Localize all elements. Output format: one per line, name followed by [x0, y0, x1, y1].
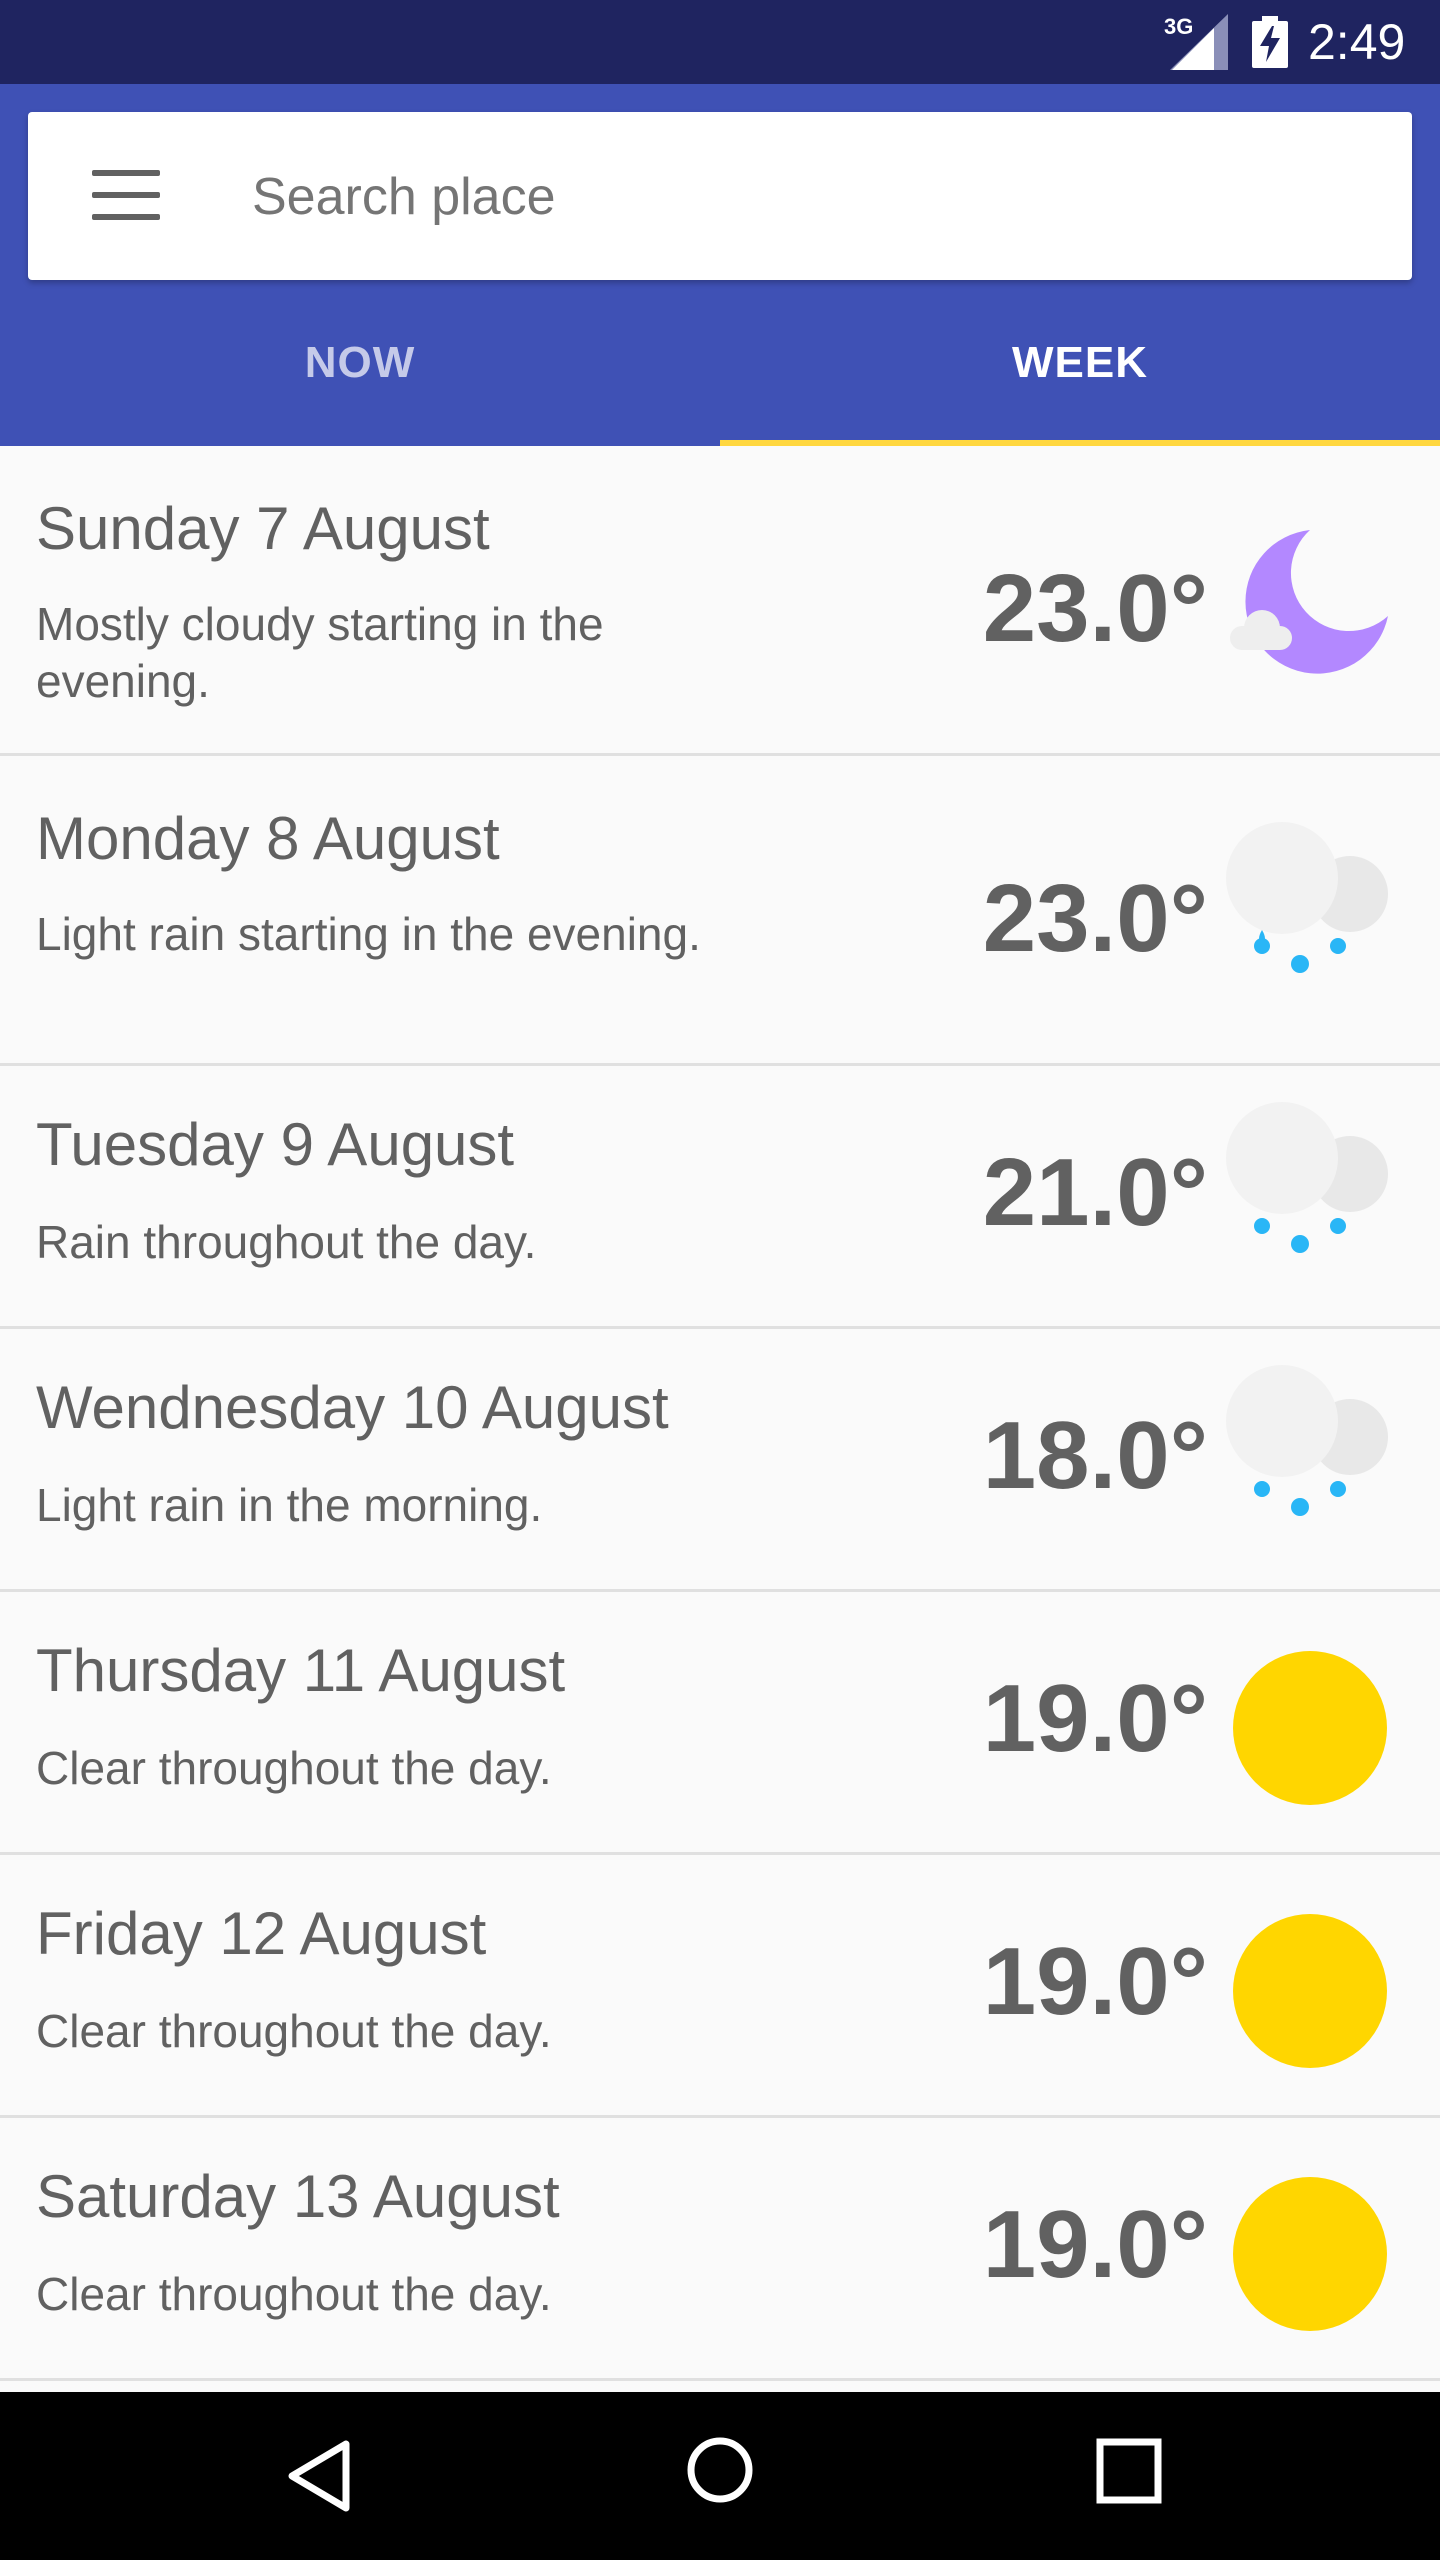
day-label: Wendnesday 10 August — [36, 1374, 669, 1441]
rain-cloud-icon — [1226, 822, 1388, 973]
temperature: 19.0° — [982, 2191, 1208, 2298]
day-summary: Light rain starting in the evening. — [36, 908, 701, 960]
list-item[interactable]: Sunday 7 August Mostly cloudy starting i… — [0, 446, 1440, 756]
list-item[interactable]: Thursday 11 August Clear throughout the … — [0, 1592, 1440, 1855]
day-summary: Mostly cloudy starting in the evening. — [36, 598, 604, 707]
day-summary: Light rain in the morning. — [36, 1479, 543, 1531]
signal-icon — [1170, 14, 1228, 70]
day-summary: Clear throughout the day. — [36, 2268, 552, 2320]
forecast-list: Sunday 7 August Mostly cloudy starting i… — [0, 446, 1440, 2381]
temperature: 21.0° — [982, 1139, 1208, 1246]
day-label: Saturday 13 August — [36, 2163, 560, 2230]
day-label: Friday 12 August — [36, 1900, 487, 1967]
sun-icon — [1233, 1914, 1387, 2068]
list-item[interactable]: Wendnesday 10 August Light rain in the m… — [0, 1329, 1440, 1592]
day-summary: Rain throughout the day. — [36, 1216, 537, 1268]
search-input[interactable] — [250, 112, 1374, 282]
temperature: 19.0° — [982, 1665, 1208, 1772]
battery-charging-icon — [1252, 16, 1288, 68]
tab-now[interactable]: NOW — [0, 280, 720, 446]
navigation-bar — [0, 2392, 1440, 2560]
temperature: 19.0° — [982, 1928, 1208, 2035]
list-item[interactable]: Saturday 13 August Clear throughout the … — [0, 2118, 1440, 2381]
day-label: Sunday 7 August — [36, 495, 490, 562]
menu-icon[interactable] — [92, 170, 160, 220]
tab-week-label: WEEK — [1012, 338, 1148, 387]
search-bar[interactable] — [28, 112, 1412, 282]
day-label: Tuesday 9 August — [36, 1111, 515, 1178]
list-item[interactable]: Friday 12 August Clear throughout the da… — [0, 1855, 1440, 2118]
tab-week[interactable]: WEEK — [720, 280, 1440, 446]
back-icon[interactable] — [284, 2436, 364, 2516]
rain-cloud-icon — [1226, 1102, 1388, 1253]
tab-now-label: NOW — [304, 338, 416, 387]
home-icon[interactable] — [686, 2436, 754, 2504]
rain-cloud-icon — [1226, 1365, 1388, 1516]
temperature: 23.0° — [982, 555, 1208, 662]
clock: 2:49 — [1308, 14, 1406, 70]
moon-cloud-icon — [1230, 530, 1388, 674]
day-label: Monday 8 August — [36, 805, 500, 872]
temperature: 18.0° — [982, 1402, 1208, 1509]
list-item[interactable]: Monday 8 August Light rain starting in t… — [0, 756, 1440, 1066]
recent-apps-icon[interactable] — [1094, 2436, 1164, 2506]
sun-icon — [1233, 2177, 1387, 2331]
status-bar: 3G 2:49 — [0, 0, 1440, 84]
day-summary: Clear throughout the day. — [36, 1742, 552, 1794]
sun-icon — [1233, 1651, 1387, 1805]
temperature: 23.0° — [982, 865, 1208, 972]
day-label: Thursday 11 August — [36, 1637, 566, 1704]
day-summary: Clear throughout the day. — [36, 2005, 552, 2057]
list-item[interactable]: Tuesday 9 August Rain throughout the day… — [0, 1066, 1440, 1329]
